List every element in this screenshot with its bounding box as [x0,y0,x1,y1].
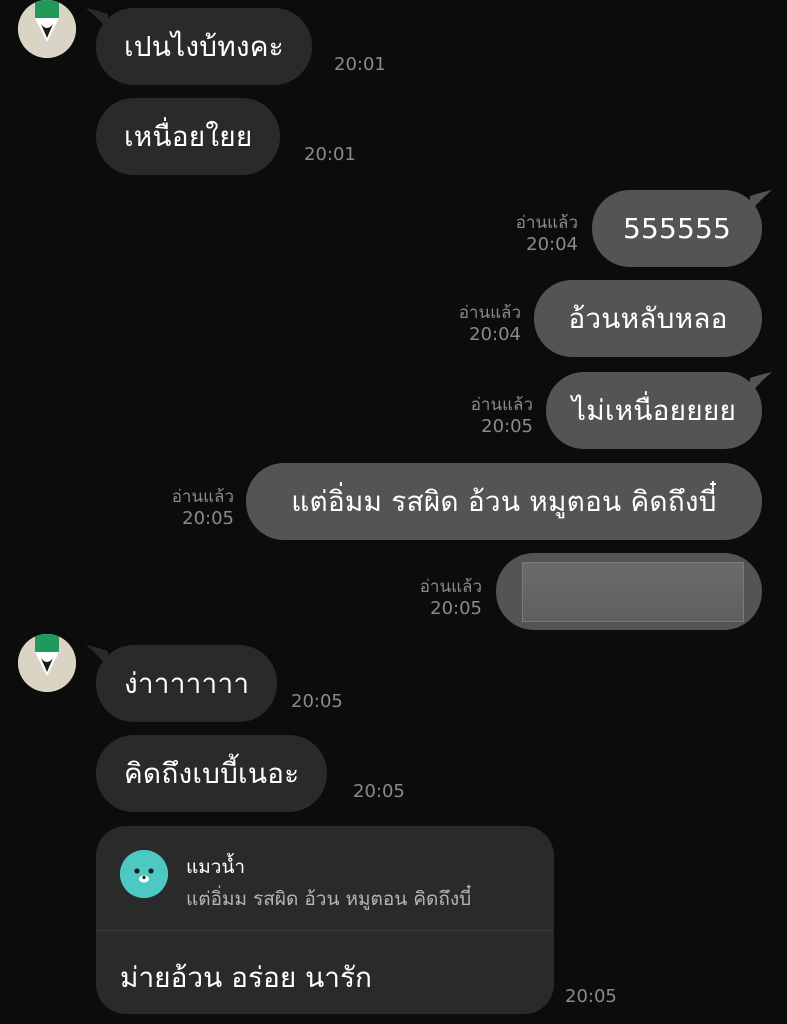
read-receipt: อ่านแล้ว [171,487,234,507]
message-bubble-incoming[interactable]: คิดถึงเบบี้เนอะ [96,735,328,812]
message-meta: อ่านแล้ว 20:05 [172,486,234,530]
message-time: 20:05 [430,598,482,619]
message-time: 20:05 [353,781,405,802]
message-bubble-incoming[interactable]: ง่าาาาาาา [96,645,278,722]
read-receipt: อ่านแล้ว [458,303,521,323]
pencil-icon [18,634,76,692]
read-receipt: อ่านแล้ว [470,395,533,415]
divider [96,930,554,931]
message-time: 20:05 [291,691,343,712]
message-time: 20:05 [481,416,533,437]
message-text: ม่ายอ้วน อร่อย นารัก [120,961,372,994]
message-text: ไม่เหนื่อยยยย [571,393,737,427]
message-bubble-outgoing[interactable]: อ้วนหลับหลอ [534,280,762,357]
message-time: 20:01 [304,144,356,165]
quoted-sender-name: แมวน้ำ [186,856,246,878]
pencil-icon [18,0,76,58]
message-text: เหนื่อยใยย [124,119,253,153]
message-meta: อ่านแล้ว 20:05 [471,394,533,438]
message-meta: อ่านแล้ว 20:04 [459,302,521,346]
seal-avatar-icon [120,850,168,898]
message-meta: อ่านแล้ว 20:05 [420,576,482,620]
contact-avatar[interactable] [18,0,76,58]
quoted-message[interactable]: แมวน้ำ แต่อิ่มม รสผิด อ้วน หมูตอน คิดถึง… [96,826,554,930]
message-text: แต่อิ่มม รสผิด อ้วน หมูตอน คิดถึงบี๋ [291,484,717,518]
message-bubble-incoming[interactable]: เหนื่อยใยย [96,98,281,175]
message-text: อ้วนหลับหลอ [568,301,728,335]
message-time: 20:04 [469,324,521,345]
message-bubble-outgoing[interactable]: 555555 [592,190,762,267]
message-text: ง่าาาาาาา [124,666,250,700]
reply-message-bubble[interactable]: แมวน้ำ แต่อิ่มม รสผิด อ้วน หมูตอน คิดถึง… [96,826,554,1014]
photo-thumbnail[interactable] [522,562,744,622]
message-text: เปนไงบ้ทงคะ [124,29,284,63]
message-text: คิดถึงเบบี้เนอะ [124,756,300,790]
message-time: 20:05 [565,986,617,1007]
message-bubble-outgoing[interactable]: แต่อิ่มม รสผิด อ้วน หมูตอน คิดถึงบี๋ [246,463,762,540]
read-receipt: อ่านแล้ว [419,577,482,597]
message-text: 555555 [622,212,732,245]
message-time: 20:05 [182,508,234,529]
contact-avatar[interactable] [18,634,76,692]
message-time: 20:01 [334,54,386,75]
message-time: 20:04 [526,234,578,255]
read-receipt: อ่านแล้ว [515,213,578,233]
message-bubble-outgoing[interactable]: ไม่เหนื่อยยยย [546,372,762,449]
quoted-text: แต่อิ่มม รสผิด อ้วน หมูตอน คิดถึงบี๋ [186,888,472,910]
chat-thread: เปนไงบ้ทงคะ 20:01 เหนื่อยใยย 20:01 อ่านแ… [0,0,787,1024]
message-bubble-incoming[interactable]: เปนไงบ้ทงคะ [96,8,312,85]
message-meta: อ่านแล้ว 20:04 [516,212,578,256]
